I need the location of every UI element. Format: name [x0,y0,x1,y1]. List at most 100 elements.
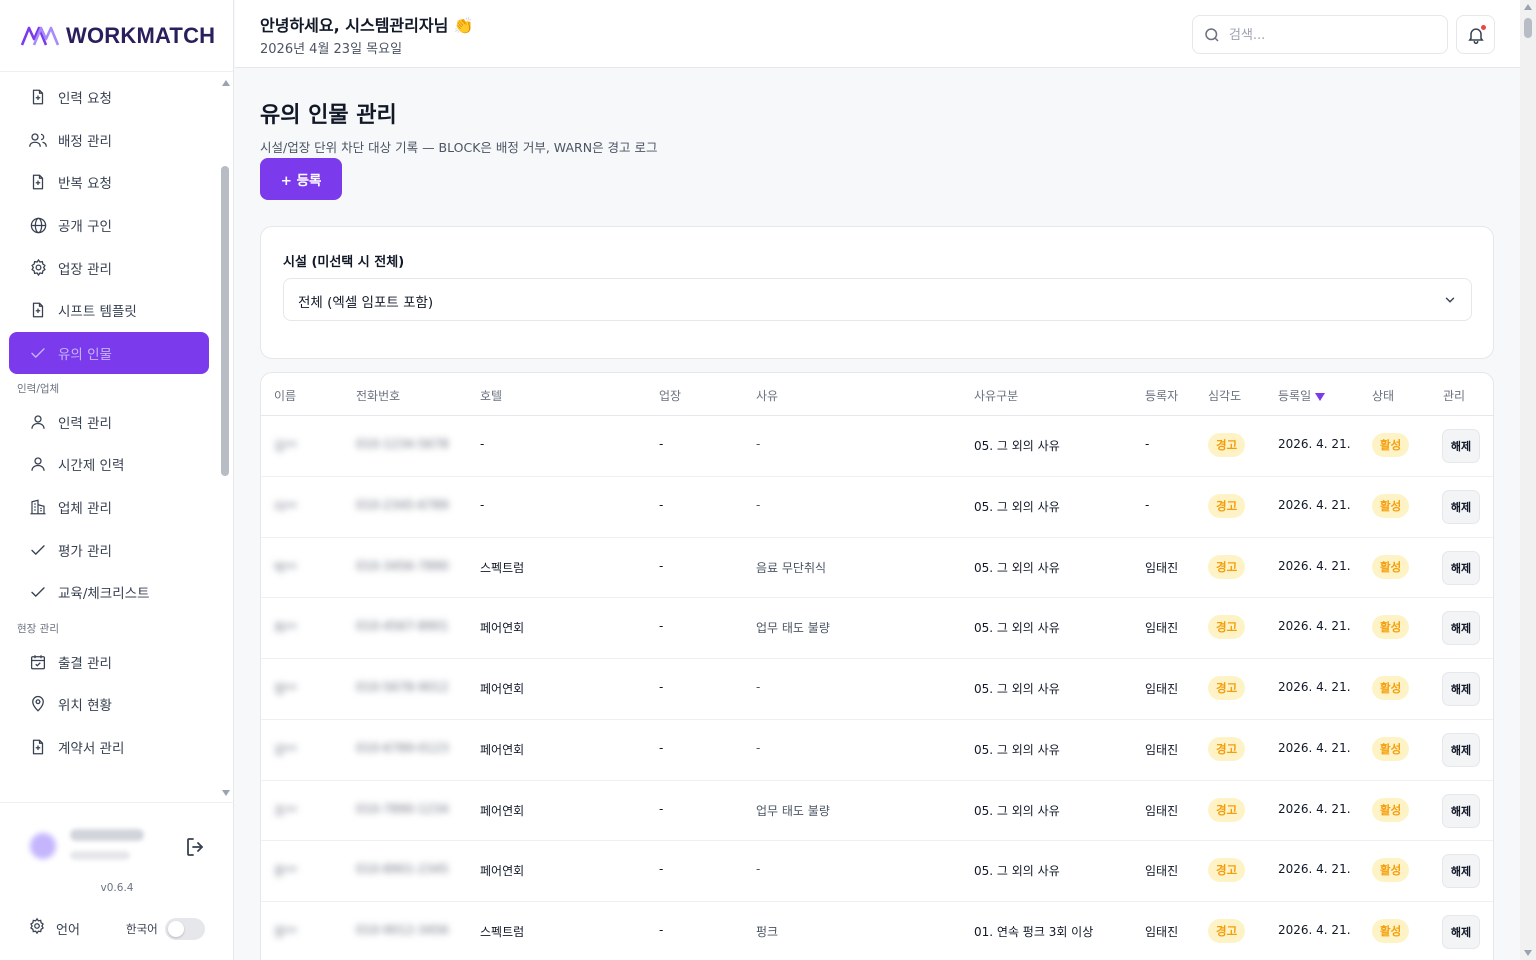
release-button[interactable]: 해제 [1442,489,1480,524]
column-header-label: 호텔 [480,389,503,403]
sidebar-item-6[interactable]: 유의 인물 [9,331,209,374]
release-button[interactable]: 해제 [1442,915,1480,949]
logout-button[interactable] [184,835,208,863]
severity-badge: 경고 [1208,676,1246,700]
sidebar-item-7[interactable]: 인력 관리 [0,401,218,444]
cell-phone: 010-1234-5678 [356,437,449,451]
sidebar-item-4[interactable]: 업장 관리 [0,246,218,289]
page-scroll-thumb[interactable] [1524,18,1532,38]
sidebar-item-label: 인력 요청 [58,91,112,108]
status-badge: 활성 [1372,676,1410,700]
app-name: WORKMATCH [66,22,216,48]
sidebar-scroll-thumb[interactable] [221,166,229,476]
table-row: 강** 010-6789-0123 페어연회 - - 05. 그 외의 사유 임태진 경고 20… [261,720,1493,781]
sidebar-item-0[interactable]: 인력 요청 [0,76,218,119]
cell-hotel: 페어연회 [480,621,525,636]
app-logo[interactable]: WORKMATCH [0,0,233,72]
column-header-label: 업장 [659,389,682,403]
column-header-label: 등록일 [1278,389,1312,403]
sidebar-item-13[interactable]: 위치 현황 [0,683,218,726]
sidebar-item-label: 공개 구인 [58,219,112,236]
cell-name: 김** [274,439,298,453]
table-row: 정** 010-5678-9012 페어연회 - - 05. 그 외의 사유 임태진 경고 20… [261,659,1493,720]
gear-icon [28,258,48,278]
cell-reason: - [756,497,761,512]
column-header-0: 이름 [274,387,296,404]
avatar[interactable] [30,833,56,859]
add-button[interactable]: + 등록 [260,158,342,200]
status-badge: 활성 [1372,493,1410,518]
workmatch-logo-icon [20,26,60,45]
cell-reason: - [756,437,761,451]
table-row: 윤** 010-8901-2345 페어연회 - - 05. 그 외의 사유 임태진 경고 20… [261,841,1493,902]
cell-reason: - [756,740,761,755]
sidebar-item-label: 계약서 관리 [58,741,125,758]
language-setting[interactable]: 언어 [28,917,80,939]
cell-venue: - [659,619,664,634]
cell-hotel: 페어연회 [480,682,525,696]
column-header-5: 사유구분 [974,387,1018,404]
cell-hotel: 페어연회 [480,742,525,757]
release-button[interactable]: 해제 [1442,732,1480,767]
release-button[interactable]: 해제 [1442,793,1480,828]
scroll-up-icon[interactable] [222,80,230,86]
sidebar-footer: v0.6.4 언어 한국어 [0,802,234,960]
column-header-10: 관리 [1443,387,1465,404]
sidebar-item-14[interactable]: 계약서 관리 [0,726,218,769]
release-button[interactable]: 해제 [1442,672,1480,706]
cell-registrar: 임태진 [1145,925,1179,939]
column-header-6: 등록자 [1145,387,1178,404]
cell-venue: - [659,680,664,694]
sidebar-item-11[interactable]: 교육/체크리스트 [0,571,218,614]
sidebar-item-1[interactable]: 배정 관리 [0,119,218,162]
facility-select[interactable]: 전체 (엑셀 임포트 포함) [283,278,1472,321]
sidebar-item-label: 인력 관리 [58,415,112,432]
gear-icon [28,917,46,939]
release-button[interactable]: 해제 [1442,429,1480,463]
user-name-redacted [70,829,144,841]
logout-icon [187,838,203,856]
cell-date: 2026. 4. 21. [1278,801,1351,816]
sidebar-item-10[interactable]: 평가 관리 [0,528,218,571]
scroll-down-icon[interactable] [1524,950,1532,956]
cell-hotel: 페어연회 [480,864,525,879]
cell-registrar: 임태진 [1145,803,1179,818]
scroll-up-icon[interactable] [1524,4,1532,10]
sidebar-item-8[interactable]: 시간제 인력 [0,443,218,486]
search-input[interactable] [1229,24,1429,46]
scroll-down-icon[interactable] [222,790,230,796]
release-button[interactable]: 해제 [1442,854,1480,889]
search-box[interactable] [1192,15,1448,54]
file-plus-icon [28,737,48,757]
cell-name: 강** [274,742,298,757]
sidebar-item-9[interactable]: 업체 관리 [0,486,218,529]
language-toggle[interactable] [165,918,205,940]
sidebar-item-2[interactable]: 반복 요청 [0,161,218,204]
cell-reason: 업무 태도 불량 [756,803,830,818]
status-badge: 활성 [1372,919,1410,943]
sort-desc-icon[interactable] [1315,392,1326,401]
sidebar-item-5[interactable]: 시프트 템플릿 [0,289,218,332]
release-button[interactable]: 해제 [1442,611,1480,646]
cell-hotel: - [480,437,485,451]
app-version: v0.6.4 [100,882,134,894]
column-header-8[interactable]: 등록일 [1278,387,1326,404]
status-badge: 활성 [1372,858,1410,883]
status-badge: 활성 [1372,736,1410,761]
release-button[interactable]: 해제 [1442,550,1480,585]
page-scrollbar[interactable] [1520,0,1536,960]
sidebar-item-3[interactable]: 공개 구인 [0,204,218,247]
blocklist-table: 이름 전화번호 호텔 업장 사유 사유구분 등록자 심각도 등록일 상태 관리 김** 010-123… [260,372,1494,960]
sidebar-scrollbar[interactable] [219,76,233,800]
cell-category: 05. 그 외의 사유 [974,803,1060,818]
cell-date: 2026. 4. 21. [1278,497,1351,512]
file-plus-icon [28,87,48,107]
cell-venue: - [659,437,664,451]
notification-button[interactable] [1456,15,1495,54]
sidebar-item-label: 업장 관리 [58,261,112,278]
cell-phone: 010-5678-9012 [356,680,449,694]
sidebar-item-12[interactable]: 출결 관리 [0,641,218,684]
language-label: 언어 [56,922,80,938]
column-header-label: 사유구분 [974,389,1019,403]
cell-phone: 010-2345-6789 [356,497,449,512]
